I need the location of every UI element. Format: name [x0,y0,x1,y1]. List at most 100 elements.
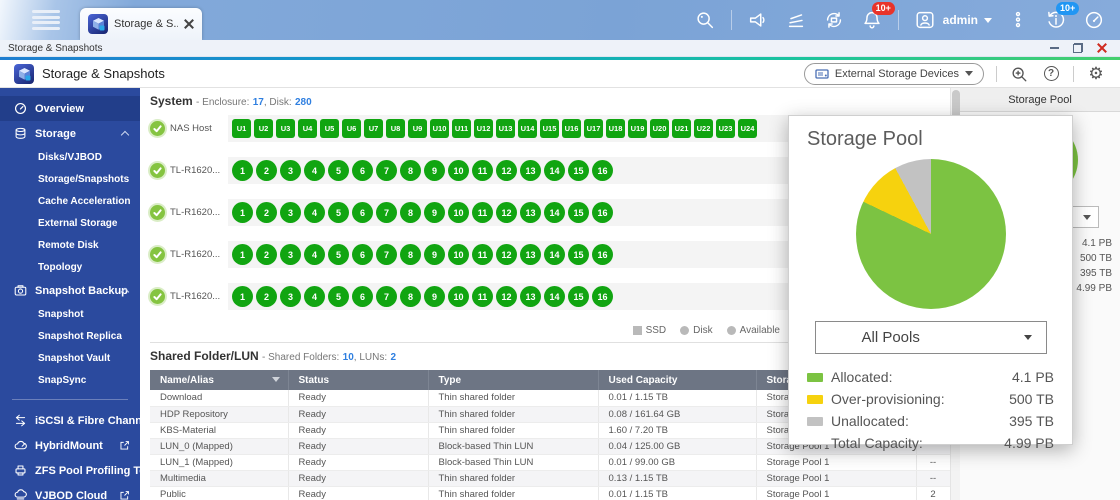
disk-slot-tl-r1620-9[interactable]: 9 [424,286,445,307]
disk-slot-nas-host-U7[interactable]: U7 [364,119,383,138]
disk-slot-tl-r1620-4[interactable]: 4 [304,202,325,223]
disk-slot-tl-r1620-9[interactable]: 9 [424,202,445,223]
disk-slot-tl-r1620-3[interactable]: 3 [280,160,301,181]
disk-slot-nas-host-U16[interactable]: U16 [562,119,581,138]
sidebar-item-storage[interactable]: Storage [0,121,140,146]
sidebar-item-disks-vjbod[interactable]: Disks/VJBOD [0,146,140,168]
disk-slot-tl-r1620-16[interactable]: 16 [592,202,613,223]
disk-slot-tl-r1620-6[interactable]: 6 [352,244,373,265]
sidebar-item-iscsi-fibre-channel[interactable]: iSCSI & Fibre Channel [0,408,140,433]
column-header-used-capacity[interactable]: Used Capacity [598,370,756,390]
resource-monitor-icon[interactable] [1082,8,1106,32]
disk-slot-tl-r1620-13[interactable]: 13 [520,160,541,181]
disk-slot-tl-r1620-9[interactable]: 9 [424,244,445,265]
disk-slot-nas-host-U17[interactable]: U17 [584,119,603,138]
help-icon[interactable]: ? [1041,64,1061,84]
disk-slot-tl-r1620-1[interactable]: 1 [232,286,253,307]
disk-slot-tl-r1620-12[interactable]: 12 [496,202,517,223]
sidebar-item-snapshot[interactable]: Snapshot [0,303,140,325]
sidebar-item-remote-disk[interactable]: Remote Disk [0,234,140,256]
disk-slot-tl-r1620-3[interactable]: 3 [280,202,301,223]
disk-slot-tl-r1620-11[interactable]: 11 [472,286,493,307]
disk-slot-nas-host-U15[interactable]: U15 [540,119,559,138]
disk-slot-tl-r1620-7[interactable]: 7 [376,244,397,265]
disk-slot-tl-r1620-2[interactable]: 2 [256,244,277,265]
disk-slot-tl-r1620-8[interactable]: 8 [400,160,421,181]
disk-slot-tl-r1620-7[interactable]: 7 [376,160,397,181]
gear-icon[interactable]: ⚙ [1086,64,1106,84]
sidebar-item-vjbod-cloud[interactable]: VJBOD Cloud [0,483,140,500]
table-row-public[interactable]: PublicReadyThin shared folder0.01 / 1.15… [150,486,950,500]
disk-slot-tl-r1620-3[interactable]: 3 [280,244,301,265]
table-row-multimedia[interactable]: MultimediaReadyThin shared folder0.13 / … [150,470,950,486]
column-header-type[interactable]: Type [428,370,598,390]
disk-slot-tl-r1620-4[interactable]: 4 [304,244,325,265]
disk-slot-tl-r1620-13[interactable]: 13 [520,286,541,307]
shared-folders-count-link[interactable]: 10 [343,352,354,363]
disk-slot-tl-r1620-8[interactable]: 8 [400,244,421,265]
disk-slot-nas-host-U20[interactable]: U20 [650,119,669,138]
disk-slot-tl-r1620-1[interactable]: 1 [232,202,253,223]
disk-slot-nas-host-U9[interactable]: U9 [408,119,427,138]
sidebar-item-external-storage[interactable]: External Storage [0,212,140,234]
sidebar-item-snapshot-vault[interactable]: Snapshot Vault [0,347,140,369]
disk-slot-tl-r1620-5[interactable]: 5 [328,286,349,307]
disk-slot-nas-host-U2[interactable]: U2 [254,119,273,138]
sidebar-item-storage-snapshots[interactable]: Storage/Snapshots [0,168,140,190]
disk-slot-tl-r1620-5[interactable]: 5 [328,160,349,181]
disk-slot-tl-r1620-11[interactable]: 11 [472,244,493,265]
bell-icon[interactable]: 10+ [860,8,884,32]
sync-icon[interactable] [822,8,846,32]
disk-slot-tl-r1620-5[interactable]: 5 [328,244,349,265]
disk-slot-tl-r1620-9[interactable]: 9 [424,160,445,181]
minimize-icon[interactable] [1048,42,1060,54]
disk-slot-nas-host-U19[interactable]: U19 [628,119,647,138]
sidebar-item-overview[interactable]: Overview [0,96,140,121]
disk-slot-tl-r1620-1[interactable]: 1 [232,160,253,181]
sidebar-item-topology[interactable]: Topology [0,256,140,278]
disk-slot-tl-r1620-3[interactable]: 3 [280,286,301,307]
disk-slot-tl-r1620-2[interactable]: 2 [256,202,277,223]
disk-slot-tl-r1620-15[interactable]: 15 [568,160,589,181]
disk-slot-tl-r1620-4[interactable]: 4 [304,286,325,307]
disk-slot-nas-host-U24[interactable]: U24 [738,119,757,138]
disk-slot-tl-r1620-13[interactable]: 13 [520,202,541,223]
disk-slot-tl-r1620-7[interactable]: 7 [376,286,397,307]
disk-slot-tl-r1620-5[interactable]: 5 [328,202,349,223]
disk-slot-tl-r1620-14[interactable]: 14 [544,244,565,265]
disk-slot-tl-r1620-8[interactable]: 8 [400,286,421,307]
sidebar-item-snapshot-backup[interactable]: Snapshot Backup [0,278,140,303]
search-icon[interactable] [693,8,717,32]
sidebar-item-snapshot-replica[interactable]: Snapshot Replica [0,325,140,347]
disk-slot-tl-r1620-13[interactable]: 13 [520,244,541,265]
disk-slot-nas-host-U5[interactable]: U5 [320,119,339,138]
restore-icon[interactable] [1072,42,1084,54]
disk-slot-tl-r1620-10[interactable]: 10 [448,244,469,265]
sidebar-item-hybridmount[interactable]: HybridMount [0,433,140,458]
disk-slot-tl-r1620-16[interactable]: 16 [592,160,613,181]
disk-slot-tl-r1620-12[interactable]: 12 [496,160,517,181]
external-storage-devices-button[interactable]: External Storage Devices [804,63,984,85]
disk-slot-tl-r1620-10[interactable]: 10 [448,160,469,181]
disk-slot-nas-host-U23[interactable]: U23 [716,119,735,138]
disk-slot-nas-host-U14[interactable]: U14 [518,119,537,138]
disk-slot-nas-host-U10[interactable]: U10 [430,119,449,138]
disk-slot-nas-host-U18[interactable]: U18 [606,119,625,138]
enclosure-count-link[interactable]: 17 [253,97,264,108]
disk-slot-tl-r1620-2[interactable]: 2 [256,286,277,307]
disk-slot-tl-r1620-6[interactable]: 6 [352,160,373,181]
chevron-up-icon[interactable] [121,131,129,139]
all-pools-dropdown[interactable]: All Pools [815,321,1047,354]
disk-slot-tl-r1620-12[interactable]: 12 [496,244,517,265]
megaphone-icon[interactable] [746,8,770,32]
sidebar-item-snapsync[interactable]: SnapSync [0,369,140,391]
disk-slot-nas-host-U22[interactable]: U22 [694,119,713,138]
disk-slot-tl-r1620-7[interactable]: 7 [376,202,397,223]
disk-slot-tl-r1620-15[interactable]: 15 [568,202,589,223]
disk-slot-tl-r1620-14[interactable]: 14 [544,286,565,307]
disk-slot-nas-host-U3[interactable]: U3 [276,119,295,138]
disk-slot-nas-host-U12[interactable]: U12 [474,119,493,138]
disk-slot-nas-host-U1[interactable]: U1 [232,119,251,138]
dots-menu-icon[interactable] [1006,8,1030,32]
disk-slot-tl-r1620-2[interactable]: 2 [256,160,277,181]
